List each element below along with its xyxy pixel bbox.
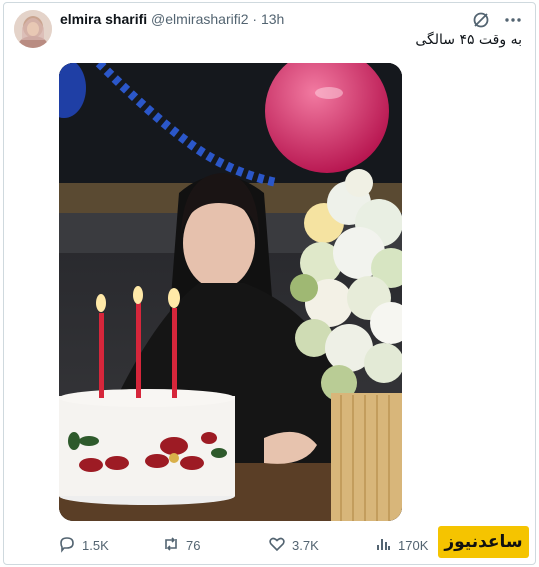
like-count: 3.7K [292,538,319,553]
views-count: 170K [398,538,429,553]
grok-icon[interactable] [471,10,491,30]
user-handle[interactable]: @elmirasharifi2 [151,11,248,27]
reply-icon [58,535,76,556]
views-button[interactable]: 170K [374,535,428,556]
tweet-text: به وقت ۴۵ سالگی [415,32,522,48]
more-icon[interactable] [503,10,523,30]
tweet-header: elmira sharifi @elmirasharifi2 · 13h [60,11,284,27]
views-icon [374,535,392,556]
header-actions [471,10,523,30]
reply-count: 1.5K [82,538,109,553]
tweet-time[interactable]: 13h [261,11,284,27]
tweet-photo[interactable] [59,63,402,521]
like-icon [268,535,286,556]
tweet-actions: 1.5K 76 3.7K 170K [58,535,428,553]
reply-button[interactable]: 1.5K [58,535,109,556]
display-name[interactable]: elmira sharifi [60,11,147,27]
repost-icon [162,535,180,556]
avatar[interactable] [14,10,52,48]
repost-count: 76 [186,538,201,553]
repost-button[interactable]: 76 [162,535,200,556]
header-separator: · [252,11,258,27]
watermark-logo: ساعدنیوز [438,526,529,558]
like-button[interactable]: 3.7K [268,535,319,556]
